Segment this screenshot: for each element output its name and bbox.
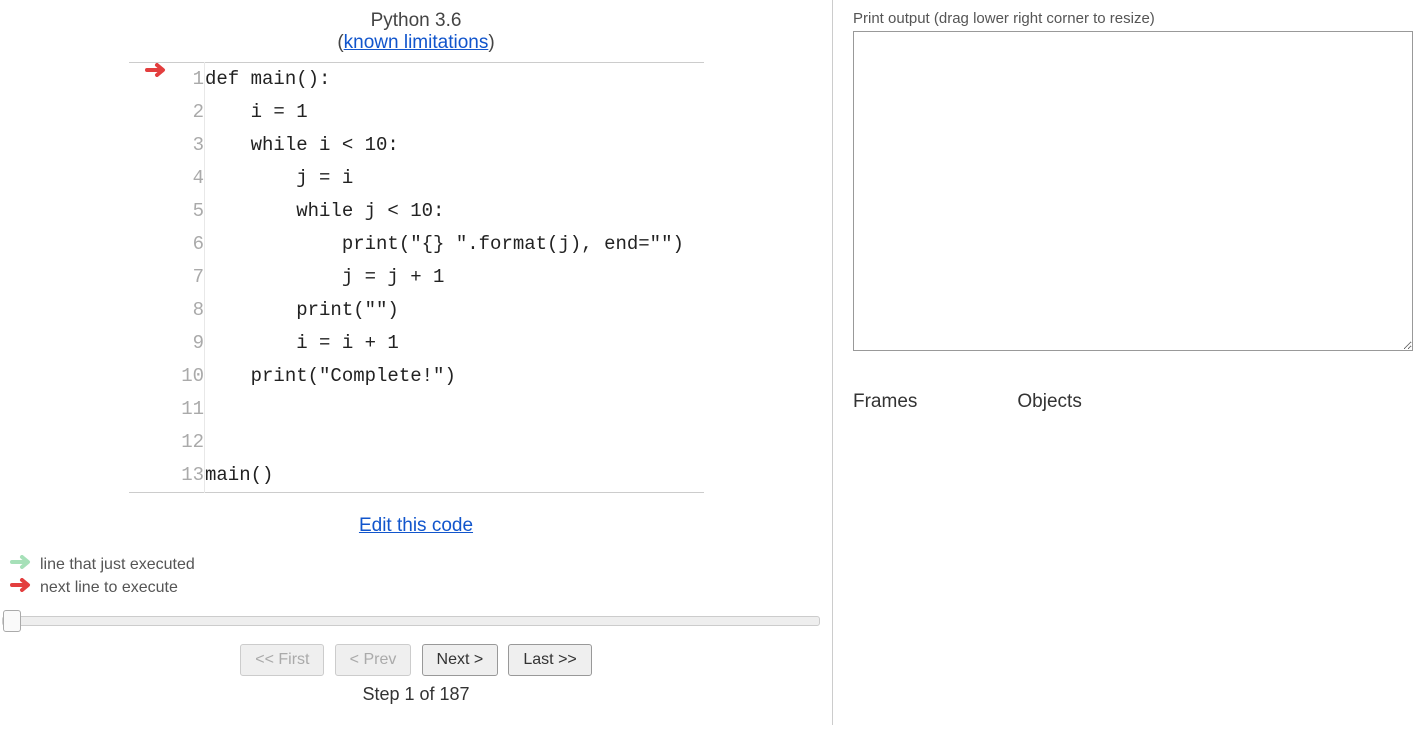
code-row: 12 xyxy=(129,426,704,459)
code-line xyxy=(205,393,704,426)
legend-next-text: next line to execute xyxy=(40,579,178,597)
last-button[interactable]: Last >> xyxy=(508,644,591,676)
code-line: while i < 10: xyxy=(205,129,704,162)
code-line: i = i + 1 xyxy=(205,327,704,360)
code-row: 9 i = i + 1 xyxy=(129,327,704,360)
line-number: 13 xyxy=(169,459,205,493)
code-row: 6 print("{} ".format(j), end="") xyxy=(129,228,704,261)
current-line-arrow-icon xyxy=(145,63,169,81)
arrow-cell xyxy=(129,426,169,459)
code-row: 2 i = 1 xyxy=(129,96,704,129)
line-number: 6 xyxy=(169,228,205,261)
code-line xyxy=(205,426,704,459)
code-row: 8 print("") xyxy=(129,294,704,327)
frames-heading: Frames xyxy=(853,391,917,413)
arrow-cell xyxy=(129,459,169,493)
objects-heading: Objects xyxy=(1017,391,1081,413)
arrow-cell xyxy=(129,228,169,261)
code-row: 3 while i < 10: xyxy=(129,129,704,162)
step-slider[interactable] xyxy=(2,616,820,626)
arrow-cell xyxy=(129,63,169,97)
step-controls: << First < Prev Next > Last >> xyxy=(0,644,832,676)
code-line: while j < 10: xyxy=(205,195,704,228)
line-number: 12 xyxy=(169,426,205,459)
line-number: 4 xyxy=(169,162,205,195)
code-line: print("") xyxy=(205,294,704,327)
arrow-cell xyxy=(129,162,169,195)
language-name: Python 3.6 xyxy=(371,10,462,31)
line-number: 10 xyxy=(169,360,205,393)
code-line: main() xyxy=(205,459,704,493)
line-number: 9 xyxy=(169,327,205,360)
arrow-cell xyxy=(129,261,169,294)
code-row: 7 j = j + 1 xyxy=(129,261,704,294)
code-row: 4 j = i xyxy=(129,162,704,195)
prev-button[interactable]: < Prev xyxy=(335,644,412,676)
next-arrow-icon xyxy=(10,578,34,597)
executed-arrow-icon xyxy=(10,555,34,574)
line-number: 1 xyxy=(169,63,205,97)
legend-executed-text: line that just executed xyxy=(40,556,195,574)
code-line: j = i xyxy=(205,162,704,195)
code-line: print("Complete!") xyxy=(205,360,704,393)
arrow-cell xyxy=(129,96,169,129)
line-number: 8 xyxy=(169,294,205,327)
line-number: 7 xyxy=(169,261,205,294)
code-row: 5 while j < 10: xyxy=(129,195,704,228)
arrow-cell xyxy=(129,393,169,426)
arrow-legend: line that just executed next line to exe… xyxy=(10,555,832,597)
code-row: 10 print("Complete!") xyxy=(129,360,704,393)
edit-code-link[interactable]: Edit this code xyxy=(359,515,473,536)
step-counter: Step 1 of 187 xyxy=(0,684,832,705)
line-number: 2 xyxy=(169,96,205,129)
arrow-cell xyxy=(129,327,169,360)
code-row: 11 xyxy=(129,393,704,426)
code-listing: 1def main():2 i = 13 while i < 10:4 j = … xyxy=(129,62,704,493)
output-label: Print output (drag lower right corner to… xyxy=(853,10,1413,27)
code-row: 13main() xyxy=(129,459,704,493)
code-line: j = j + 1 xyxy=(205,261,704,294)
line-number: 3 xyxy=(169,129,205,162)
line-number: 11 xyxy=(169,393,205,426)
arrow-cell xyxy=(129,294,169,327)
language-header: Python 3.6 (known limitations) xyxy=(0,10,832,54)
code-line: def main(): xyxy=(205,63,704,97)
arrow-cell xyxy=(129,129,169,162)
next-button[interactable]: Next > xyxy=(422,644,499,676)
known-limitations-link[interactable]: known limitations xyxy=(344,32,489,53)
code-line: print("{} ".format(j), end="") xyxy=(205,228,704,261)
code-line: i = 1 xyxy=(205,96,704,129)
arrow-cell xyxy=(129,195,169,228)
output-box[interactable] xyxy=(853,31,1413,351)
line-number: 5 xyxy=(169,195,205,228)
arrow-cell xyxy=(129,360,169,393)
first-button[interactable]: << First xyxy=(240,644,324,676)
code-row: 1def main(): xyxy=(129,63,704,97)
